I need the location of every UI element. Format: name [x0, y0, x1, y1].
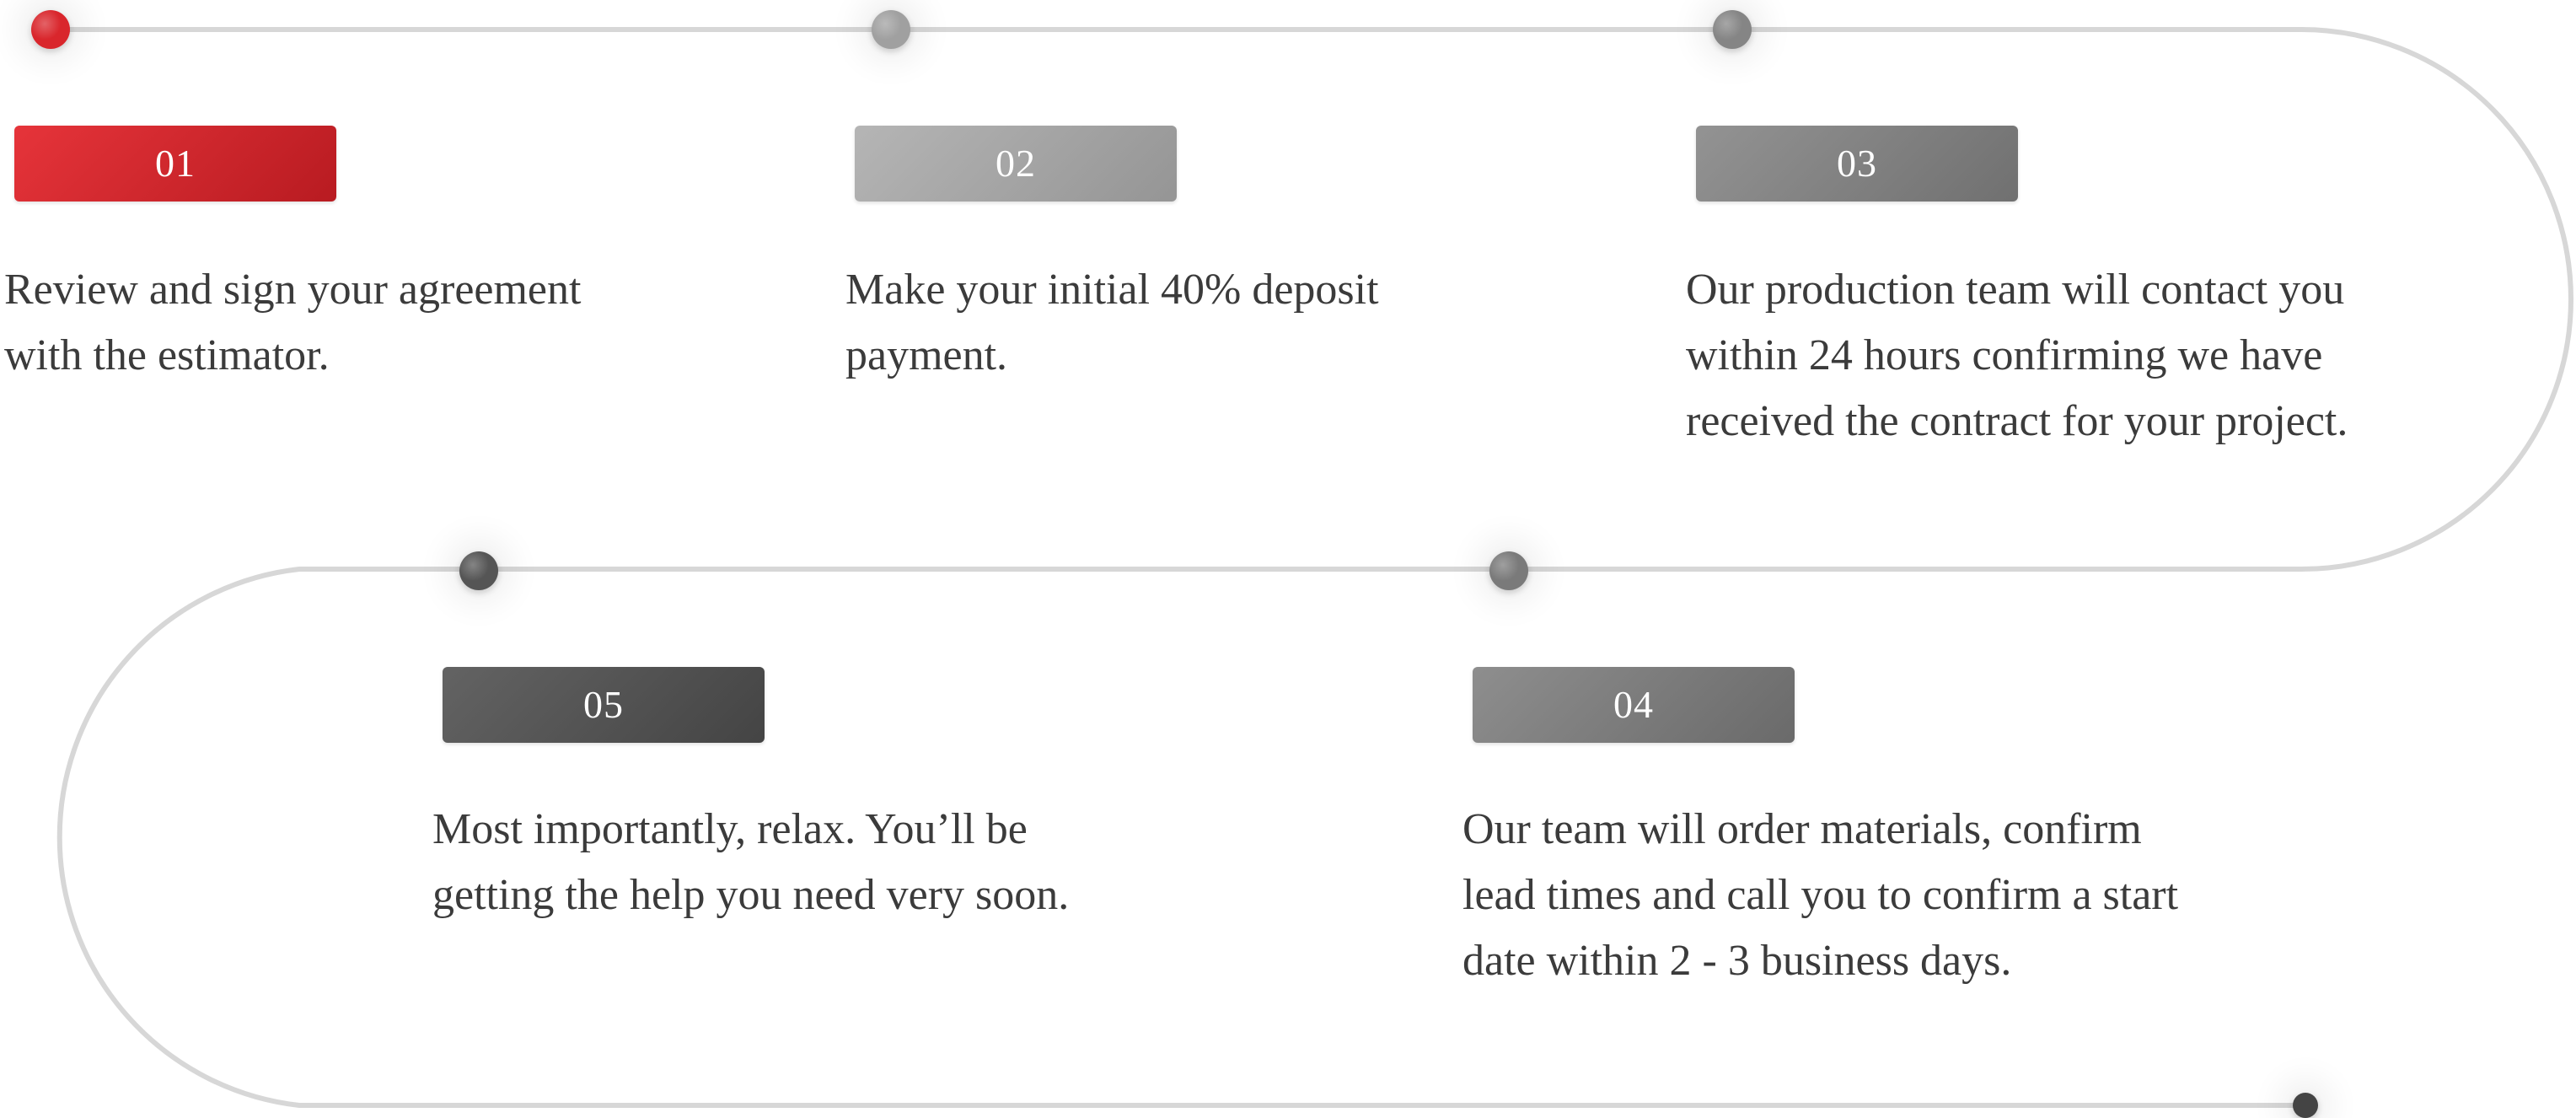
step-03-line: received the contract for your project.	[1686, 397, 2348, 445]
step-05-dot	[459, 551, 498, 590]
step-04-line: lead times and call you to confirm a sta…	[1462, 871, 2179, 919]
step-03-description: Our production team will contact you wit…	[1686, 257, 2348, 454]
step-05-line: Most importantly, relax. You’ll be	[432, 805, 1028, 853]
step-02-line: payment.	[845, 331, 1008, 379]
step-05-badge: 05	[443, 667, 765, 743]
step-03-line: within 24 hours confirming we have	[1686, 331, 2323, 379]
process-timeline: 01 02 03 05 04 Review and sign your agre…	[0, 0, 2576, 1118]
step-04-badge: 04	[1473, 667, 1795, 743]
step-04-line: date within 2 - 3 business days.	[1462, 937, 2012, 985]
step-02-line: Make your initial 40% deposit	[845, 266, 1379, 314]
step-01-description: Review and sign your agreement with the …	[4, 257, 581, 389]
step-04-line: Our team will order materials, confirm	[1462, 805, 2142, 853]
step-01-badge: 01	[14, 126, 336, 202]
step-05-line: getting the help you need very soon.	[432, 871, 1070, 919]
step-01-line: Review and sign your agreement	[4, 266, 582, 314]
step-02-description: Make your initial 40% deposit payment.	[845, 257, 1379, 389]
step-03-badge: 03	[1696, 126, 2018, 202]
step-02-dot	[872, 10, 910, 49]
step-01-line: with the estimator.	[4, 331, 330, 379]
step-02-badge: 02	[855, 126, 1177, 202]
step-03-line: Our production team will contact you	[1686, 266, 2345, 314]
timeline-path	[48, 27, 2573, 1108]
timeline-connector	[48, 27, 2573, 1108]
step-04-description: Our team will order materials, confirm l…	[1462, 797, 2178, 994]
step-03-dot	[1713, 10, 1752, 49]
step-05-description: Most importantly, relax. You’ll be getti…	[432, 797, 1069, 928]
step-04-dot	[1489, 551, 1528, 590]
step-01-dot	[31, 10, 70, 49]
timeline-end-dot	[2293, 1093, 2318, 1118]
